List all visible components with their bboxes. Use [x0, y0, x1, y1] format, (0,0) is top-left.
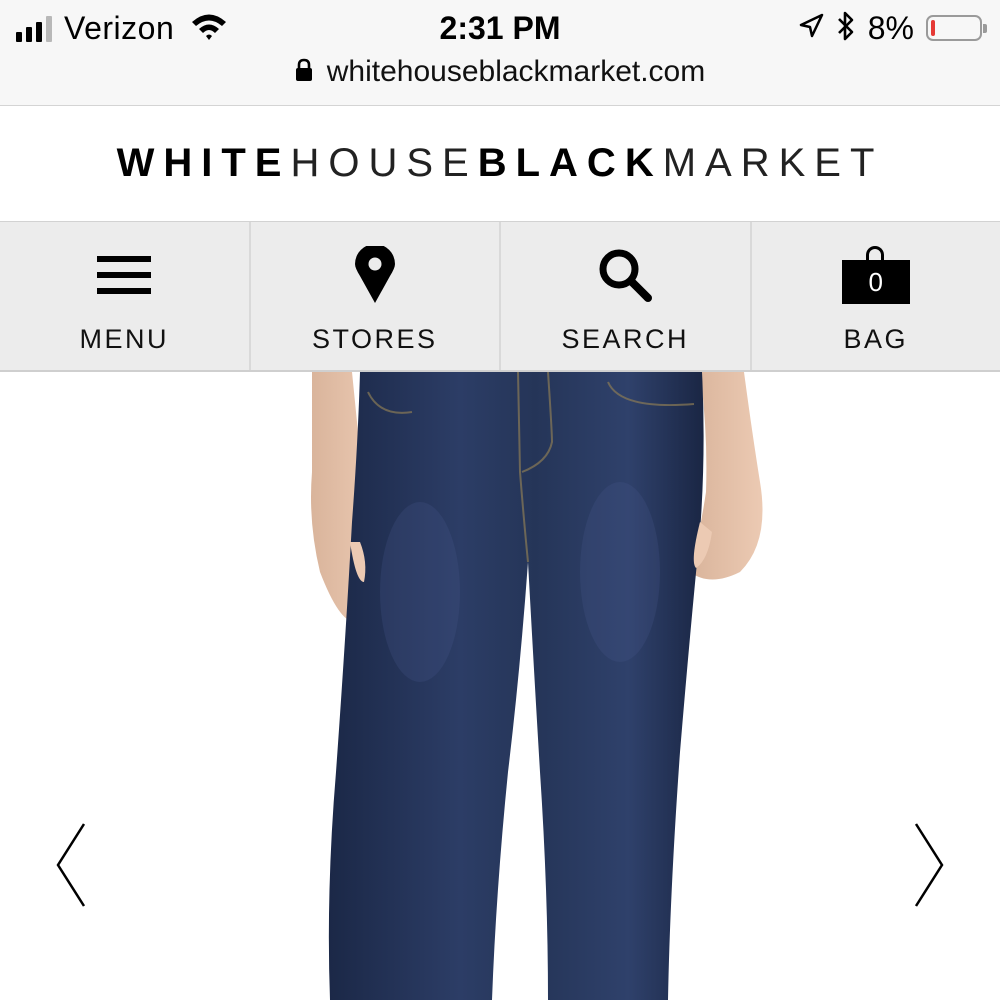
bluetooth-icon	[836, 10, 856, 47]
map-pin-icon	[354, 244, 395, 306]
brand-logo[interactable]: WHITEHOUSEBLACKMARKET	[117, 141, 884, 186]
address-bar[interactable]: whitehouseblackmarket.com	[0, 52, 1000, 92]
chevron-left-icon	[56, 823, 86, 907]
shopping-bag-icon: 0	[841, 244, 910, 306]
carousel-next-button[interactable]	[908, 820, 948, 910]
menu-button[interactable]: MENU	[0, 222, 251, 370]
product-carousel[interactable]	[0, 372, 1000, 1000]
search-icon	[597, 244, 653, 306]
stores-button[interactable]: STORES	[251, 222, 501, 370]
stores-label: STORES	[311, 324, 438, 354]
status-bar: Verizon 2:31 PM 8% whitehouseblackmarket…	[0, 0, 1000, 106]
bag-count: 0	[841, 260, 910, 304]
search-label: SEARCH	[561, 324, 690, 354]
battery-fill	[931, 20, 935, 36]
url-text[interactable]: whitehouseblackmarket.com	[327, 55, 706, 89]
bag-button[interactable]: 0 BAG	[752, 222, 1000, 370]
battery-icon	[926, 15, 987, 41]
menu-label: MENU	[79, 324, 169, 354]
bag-label: BAG	[843, 324, 909, 354]
location-arrow-icon	[798, 13, 824, 44]
product-image	[311, 372, 763, 1000]
main-nav: MENU STORES SEARCH 0 BAG	[0, 221, 1000, 372]
battery-percent: 8%	[867, 9, 914, 46]
hamburger-icon	[97, 244, 152, 306]
chevron-right-icon	[914, 823, 944, 907]
carousel-prev-button[interactable]	[52, 820, 92, 910]
search-button[interactable]: SEARCH	[501, 222, 752, 370]
site-header: WHITEHOUSEBLACKMARKET	[0, 106, 1000, 221]
lock-icon	[295, 58, 313, 87]
status-right: 8%	[798, 8, 987, 48]
